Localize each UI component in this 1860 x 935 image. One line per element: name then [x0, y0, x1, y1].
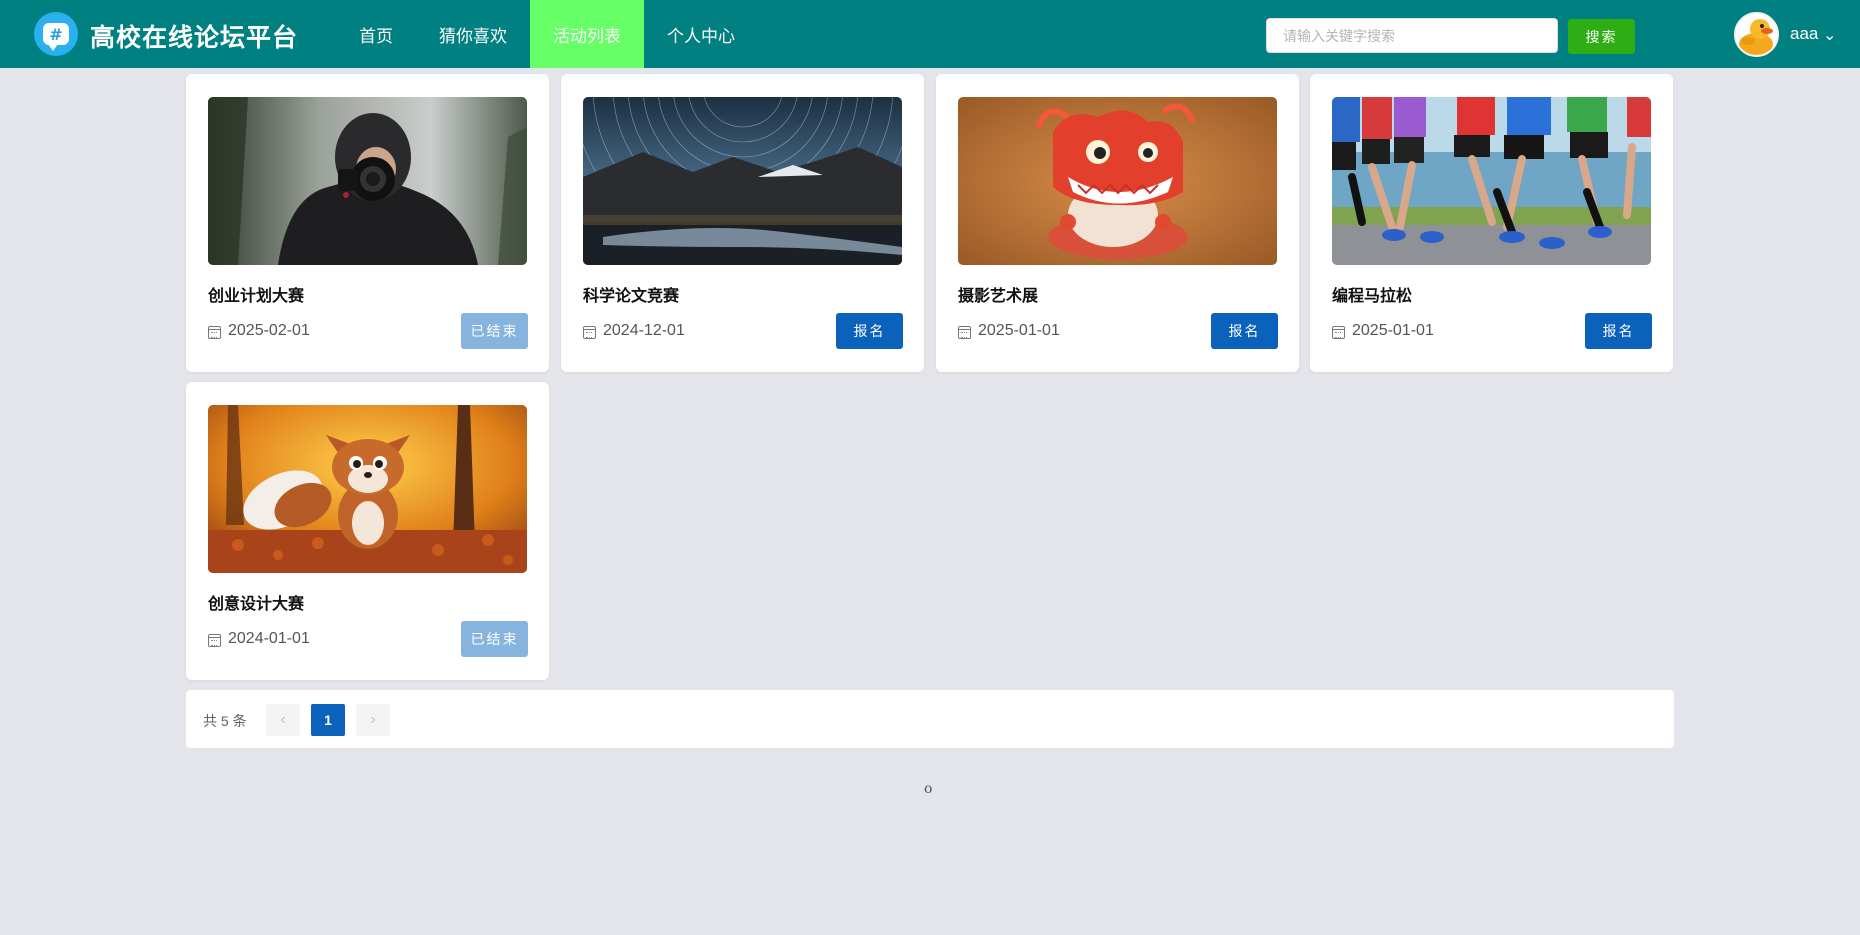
next-page-button[interactable]: › [356, 704, 390, 736]
nav-activity-list[interactable]: 活动列表 [530, 0, 644, 68]
activity-card: 科学论文竞赛 2024-12-01 报名 [561, 74, 924, 372]
card-date: 2025-02-01 [208, 322, 310, 340]
chevron-down-icon[interactable]: ⌄ [1823, 25, 1836, 45]
enroll-button[interactable]: 报名 [1211, 313, 1278, 349]
site-title[interactable]: 高校在线论坛平台 [90, 18, 298, 54]
fox-image[interactable] [208, 405, 527, 573]
calendar-icon [1332, 325, 1345, 339]
avatar[interactable] [1734, 12, 1779, 57]
logo-icon[interactable]: # [34, 12, 78, 56]
nav-profile[interactable]: 个人中心 [644, 0, 758, 68]
calendar-icon [958, 325, 971, 339]
card-title[interactable]: 创意设计大赛 [208, 590, 304, 614]
photographer-image[interactable] [208, 97, 527, 265]
search-button[interactable]: 搜索 [1568, 19, 1635, 54]
red-dragon-image-art [958, 97, 1277, 265]
activity-card: 创意设计大赛 2024-01-01 已结束 [186, 382, 549, 680]
date-text: 2025-01-01 [978, 322, 1060, 339]
card-date: 2024-01-01 [208, 630, 310, 648]
card-title[interactable]: 摄影艺术展 [958, 282, 1038, 306]
photographer-image-art [208, 97, 527, 265]
red-dragon-image[interactable] [958, 97, 1277, 265]
star-trails-image-art [583, 97, 902, 265]
card-date: 2024-12-01 [583, 322, 685, 340]
card-title[interactable]: 编程马拉松 [1332, 282, 1412, 306]
page-number-button[interactable]: 1 [311, 704, 345, 736]
chat-bubble-icon: # [43, 23, 69, 51]
pagination: 共 5 条 ‹ 1 › [186, 690, 1674, 748]
enroll-button[interactable]: 报名 [1585, 313, 1652, 349]
calendar-icon [208, 325, 221, 339]
card-title[interactable]: 创业计划大赛 [208, 282, 304, 306]
runners-image[interactable] [1332, 97, 1651, 265]
footer-text: o [924, 781, 933, 797]
activity-card: 创业计划大赛 2025-02-01 已结束 [186, 74, 549, 372]
username[interactable]: aaa [1790, 24, 1818, 44]
runners-image-art [1332, 97, 1651, 265]
date-text: 2025-02-01 [228, 322, 310, 339]
nav-home[interactable]: 首页 [336, 0, 416, 68]
total-count: 共 5 条 [203, 713, 247, 729]
ended-button[interactable]: 已结束 [461, 621, 528, 657]
duck-avatar-icon [1736, 14, 1777, 55]
calendar-icon [583, 325, 596, 339]
enroll-button[interactable]: 报名 [836, 313, 903, 349]
activity-card: 摄影艺术展 2025-01-01 报名 [936, 74, 1299, 372]
fox-image-art [208, 405, 527, 573]
prev-page-button[interactable]: ‹ [266, 704, 300, 736]
date-text: 2024-12-01 [603, 322, 685, 339]
calendar-icon [208, 633, 221, 647]
search-input[interactable] [1266, 18, 1558, 53]
date-text: 2024-01-01 [228, 630, 310, 647]
main-nav: 首页 猜你喜欢 活动列表 个人中心 [336, 0, 758, 68]
star-trails-image[interactable] [583, 97, 902, 265]
card-title[interactable]: 科学论文竞赛 [583, 282, 679, 306]
card-date: 2025-01-01 [1332, 322, 1434, 340]
top-navbar: # 高校在线论坛平台 首页 猜你喜欢 活动列表 个人中心 搜索 aaa ⌄ [0, 0, 1860, 68]
activity-card: 编程马拉松 2025-01-01 报名 [1310, 74, 1673, 372]
nav-recommend[interactable]: 猜你喜欢 [416, 0, 530, 68]
date-text: 2025-01-01 [1352, 322, 1434, 339]
ended-button[interactable]: 已结束 [461, 313, 528, 349]
card-date: 2025-01-01 [958, 322, 1060, 340]
